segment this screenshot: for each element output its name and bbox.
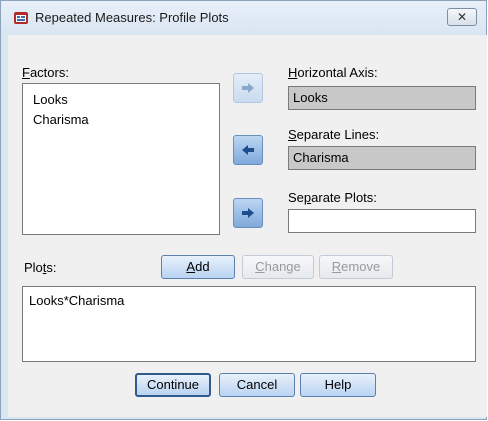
spss-dialog-icon [14,12,28,24]
continue-button[interactable]: Continue [135,373,211,397]
dialog-body: Factors: Looks Charisma Horizontal Axis:… [8,35,487,417]
plots-listbox[interactable]: Looks*Charisma [22,286,476,362]
separate-lines-label: Separate Lines: [288,127,380,142]
cancel-button[interactable]: Cancel [219,373,295,397]
plots-label: Plots: [24,260,57,275]
factors-listbox[interactable]: Looks Charisma [22,83,220,235]
factor-item-looks[interactable]: Looks [33,92,68,107]
separate-plots-label: Separate Plots: [288,190,377,205]
move-to-separate-lines-button[interactable] [233,135,263,165]
separate-lines-field[interactable]: Charisma [288,146,476,170]
horizontal-axis-label: Horizontal Axis: [288,65,378,80]
factor-item-charisma[interactable]: Charisma [33,112,89,127]
move-to-separate-plots-button[interactable] [233,198,263,228]
help-button[interactable]: Help [300,373,376,397]
separate-plots-field[interactable] [288,209,476,233]
change-button[interactable]: Change [242,255,314,279]
window-title: Repeated Measures: Profile Plots [35,10,229,25]
arrow-left-icon [242,145,254,155]
title-bar[interactable]: Repeated Measures: Profile Plots ✕ [1,1,486,35]
plot-item[interactable]: Looks*Charisma [29,293,124,308]
arrow-right-icon [242,208,254,218]
factors-label: Factors: [22,65,69,80]
close-icon: ✕ [456,10,468,24]
add-button[interactable]: Add [161,255,235,279]
remove-button[interactable]: Remove [319,255,393,279]
arrow-right-icon [242,83,254,93]
dialog-window: Repeated Measures: Profile Plots ✕ Facto… [0,0,487,420]
move-to-horizontal-axis-button[interactable] [233,73,263,103]
horizontal-axis-field[interactable]: Looks [288,86,476,110]
close-button[interactable]: ✕ [447,8,477,26]
